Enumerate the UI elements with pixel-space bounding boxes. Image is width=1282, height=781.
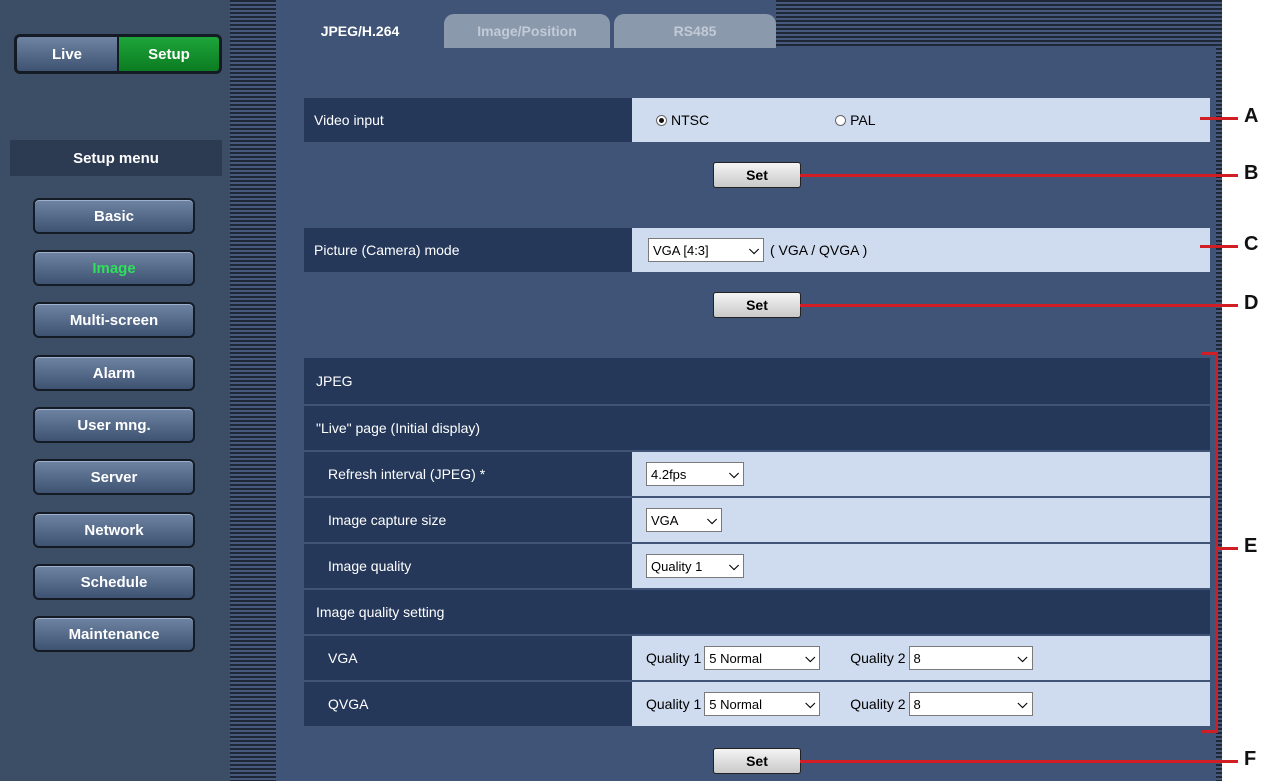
callout-line-a: [1200, 117, 1238, 120]
vga-q2-select-value: 8: [913, 650, 921, 666]
callout-e: E: [1244, 535, 1258, 557]
picture-mode-row: Picture (Camera) mode VGA [4:3] ⌵ ( VGA …: [304, 228, 1210, 272]
chevron-down-icon: ⌵: [729, 466, 739, 481]
live-setup-toggle: Live Setup: [14, 34, 222, 74]
qvga-q2-select[interactable]: 8 ⌵: [908, 692, 1033, 716]
live-page-header: "Live" page (Initial display): [304, 406, 1210, 450]
qvga-q1-label: Quality 1: [646, 696, 702, 712]
radio-ntsc[interactable]: NTSC: [656, 112, 709, 128]
radio-ntsc-indicator: [656, 114, 667, 126]
qvga-q1-select-value: 5 Normal: [709, 696, 762, 712]
chevron-down-icon: ⌵: [707, 512, 717, 527]
video-input-options: NTSC PAL: [632, 98, 1210, 142]
jpeg-header: JPEG: [304, 358, 1210, 404]
image-quality-value: Quality 1 ⌵: [632, 544, 1210, 588]
capture-size-row: Image capture size VGA ⌵: [304, 498, 1210, 542]
qvga-label: QVGA: [304, 682, 632, 726]
callout-f: F: [1244, 748, 1257, 770]
callout-a: A: [1244, 105, 1259, 127]
callout-line-c: [1200, 245, 1238, 248]
image-quality-row: Image quality Quality 1 ⌵: [304, 544, 1210, 588]
menu-item-server[interactable]: Server: [33, 459, 195, 495]
vga-q1-select[interactable]: 5 Normal ⌵: [704, 646, 821, 670]
video-input-label: Video input: [304, 98, 632, 142]
bracket-spine: [1215, 352, 1218, 733]
radio-pal[interactable]: PAL: [835, 112, 876, 128]
qvga-quality-values: Quality 1 5 Normal ⌵ Quality 2 8 ⌵: [632, 682, 1210, 726]
chevron-down-icon: ⌵: [805, 696, 816, 711]
radio-pal-indicator: [835, 114, 847, 126]
tab-rs485[interactable]: RS485: [614, 14, 776, 48]
set-button-video-input[interactable]: Set: [713, 162, 801, 188]
tab-image-position[interactable]: Image/Position: [444, 14, 610, 48]
refresh-interval-select[interactable]: 4.2fps ⌵: [646, 462, 744, 486]
capture-size-select[interactable]: VGA ⌵: [646, 508, 722, 532]
set-button-picture-mode[interactable]: Set: [713, 292, 801, 318]
vga-quality-row: VGA Quality 1 5 Normal ⌵ Quality 2 8 ⌵: [304, 636, 1210, 680]
refresh-interval-label: Refresh interval (JPEG) *: [304, 452, 632, 496]
refresh-interval-select-value: 4.2fps: [651, 466, 687, 482]
image-quality-select[interactable]: Quality 1 ⌵: [646, 554, 744, 578]
callout-line-d: [800, 304, 1238, 307]
picture-mode-select[interactable]: VGA [4:3] ⌵: [648, 238, 764, 262]
callout-line-b: [800, 174, 1238, 177]
chevron-down-icon: ⌵: [729, 558, 739, 573]
vga-q1-select-value: 5 Normal: [709, 650, 762, 666]
qvga-q2-select-value: 8: [913, 696, 921, 712]
set-button-jpeg[interactable]: Set: [713, 748, 801, 774]
capture-size-label: Image capture size: [304, 498, 632, 542]
setup-menu-title: Setup menu: [10, 140, 222, 176]
image-quality-label: Image quality: [304, 544, 632, 588]
radio-pal-label: PAL: [850, 112, 876, 128]
vga-label: VGA: [304, 636, 632, 680]
menu-item-basic[interactable]: Basic: [33, 198, 195, 234]
chevron-down-icon: ⌵: [749, 242, 759, 257]
menu-item-alarm[interactable]: Alarm: [33, 355, 195, 391]
menu-item-image[interactable]: Image: [33, 250, 195, 286]
qvga-q2-label: Quality 2: [850, 696, 906, 712]
picture-mode-note: ( VGA / QVGA ): [770, 242, 868, 258]
refresh-interval-value: 4.2fps ⌵: [632, 452, 1210, 496]
capture-size-select-value: VGA: [651, 512, 679, 528]
qvga-quality-row: QVGA Quality 1 5 Normal ⌵ Quality 2 8 ⌵: [304, 682, 1210, 726]
picture-mode-label: Picture (Camera) mode: [304, 228, 632, 272]
refresh-interval-row: Refresh interval (JPEG) * 4.2fps ⌵: [304, 452, 1210, 496]
live-button[interactable]: Live: [17, 37, 119, 71]
callout-c: C: [1244, 233, 1259, 255]
menu-item-network[interactable]: Network: [33, 512, 195, 548]
callout-line-e: [1218, 547, 1238, 550]
qvga-q1-select[interactable]: 5 Normal ⌵: [704, 692, 821, 716]
video-input-row: Video input NTSC PAL: [304, 98, 1210, 142]
menu-item-schedule[interactable]: Schedule: [33, 564, 195, 600]
radio-ntsc-label: NTSC: [671, 112, 710, 128]
chevron-down-icon: ⌵: [1017, 696, 1028, 711]
chevron-down-icon: ⌵: [1017, 650, 1028, 665]
menu-item-maintenance[interactable]: Maintenance: [33, 616, 195, 652]
callout-line-f: [800, 760, 1238, 763]
callout-b: B: [1244, 162, 1259, 184]
setup-button[interactable]: Setup: [119, 37, 219, 71]
tab-jpeg-h264[interactable]: JPEG/H.264: [282, 14, 438, 48]
menu-item-user-mng[interactable]: User mng.: [33, 407, 195, 443]
tab-bar-stripes: [776, 0, 1216, 46]
capture-size-value: VGA ⌵: [632, 498, 1210, 542]
quality-setting-header: Image quality setting: [304, 590, 1210, 634]
chevron-down-icon: ⌵: [805, 650, 816, 665]
picture-mode-select-value: VGA [4:3]: [653, 242, 709, 258]
vga-q2-select[interactable]: 8 ⌵: [908, 646, 1033, 670]
bracket-bottom: [1202, 730, 1218, 733]
vga-q1-label: Quality 1: [646, 650, 702, 666]
sidebar-divider: [230, 0, 276, 781]
vga-q2-label: Quality 2: [850, 650, 906, 666]
menu-item-multi-screen[interactable]: Multi-screen: [33, 302, 195, 338]
callout-d: D: [1244, 292, 1259, 314]
image-quality-select-value: Quality 1: [651, 558, 703, 574]
picture-mode-value: VGA [4:3] ⌵ ( VGA / QVGA ): [632, 228, 1210, 272]
vga-quality-values: Quality 1 5 Normal ⌵ Quality 2 8 ⌵: [632, 636, 1210, 680]
